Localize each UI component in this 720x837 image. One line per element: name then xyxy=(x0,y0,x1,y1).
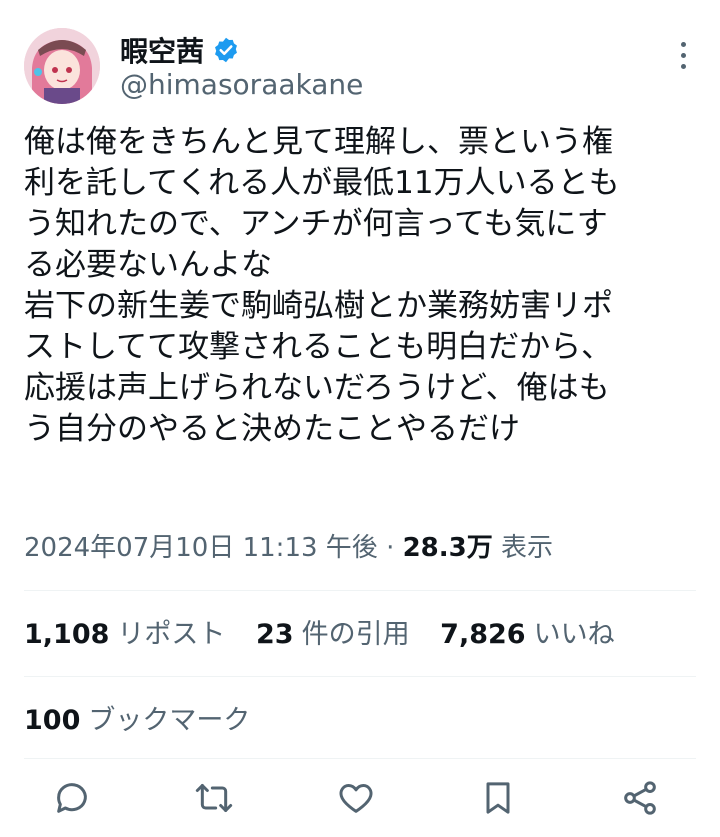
verified-badge-icon xyxy=(212,36,240,64)
quotes-label: 件の引用 xyxy=(301,619,410,650)
avatar[interactable] xyxy=(24,28,100,104)
reply-icon[interactable] xyxy=(52,778,98,824)
timestamp-row: 2024年07月10日 11:13 午後 · 28.3万 表示 xyxy=(24,527,553,564)
likes-stat[interactable]: 7,826 いいね xyxy=(440,612,614,651)
bookmarks-label: ブックマーク xyxy=(88,705,251,736)
tweet-text: 俺は俺をきちんと見て理解し、票という権 利を託してくれる人が最低11万人いるとも… xyxy=(24,124,620,447)
bookmarks-count: 100 xyxy=(24,705,81,736)
reposts-label: リポスト xyxy=(117,619,226,650)
divider xyxy=(24,758,696,759)
reposts-count: 1,108 xyxy=(24,619,110,650)
reposts-stat[interactable]: 1,108 リポスト xyxy=(24,612,225,651)
repost-icon[interactable] xyxy=(194,778,240,824)
handle[interactable]: @himasoraakane xyxy=(120,68,363,101)
quotes-stat[interactable]: 23 件の引用 xyxy=(256,612,410,651)
views-label: 表示 xyxy=(501,533,554,563)
likes-count: 7,826 xyxy=(440,619,526,650)
views-count: 28.3万 xyxy=(402,533,493,563)
share-icon[interactable] xyxy=(620,778,666,824)
name-row: 暇空茜 xyxy=(120,30,240,70)
divider xyxy=(24,590,696,591)
more-options-icon[interactable] xyxy=(676,42,690,78)
bookmarks-stat[interactable]: 100 ブックマーク xyxy=(24,698,250,737)
like-icon[interactable] xyxy=(336,778,382,824)
tweet-header: 暇空茜 @himasoraakane xyxy=(24,24,696,110)
divider xyxy=(24,676,696,677)
quotes-count: 23 xyxy=(256,619,294,650)
separator: · xyxy=(386,533,395,563)
timestamp[interactable]: 2024年07月10日 11:13 午後 xyxy=(24,533,378,563)
display-name[interactable]: 暇空茜 xyxy=(120,30,204,70)
action-bar xyxy=(24,778,696,824)
stats-row: 1,108 リポスト 23 件の引用 7,826 いいね xyxy=(24,612,637,651)
likes-label: いいね xyxy=(533,619,615,650)
bookmark-icon[interactable] xyxy=(478,778,524,824)
